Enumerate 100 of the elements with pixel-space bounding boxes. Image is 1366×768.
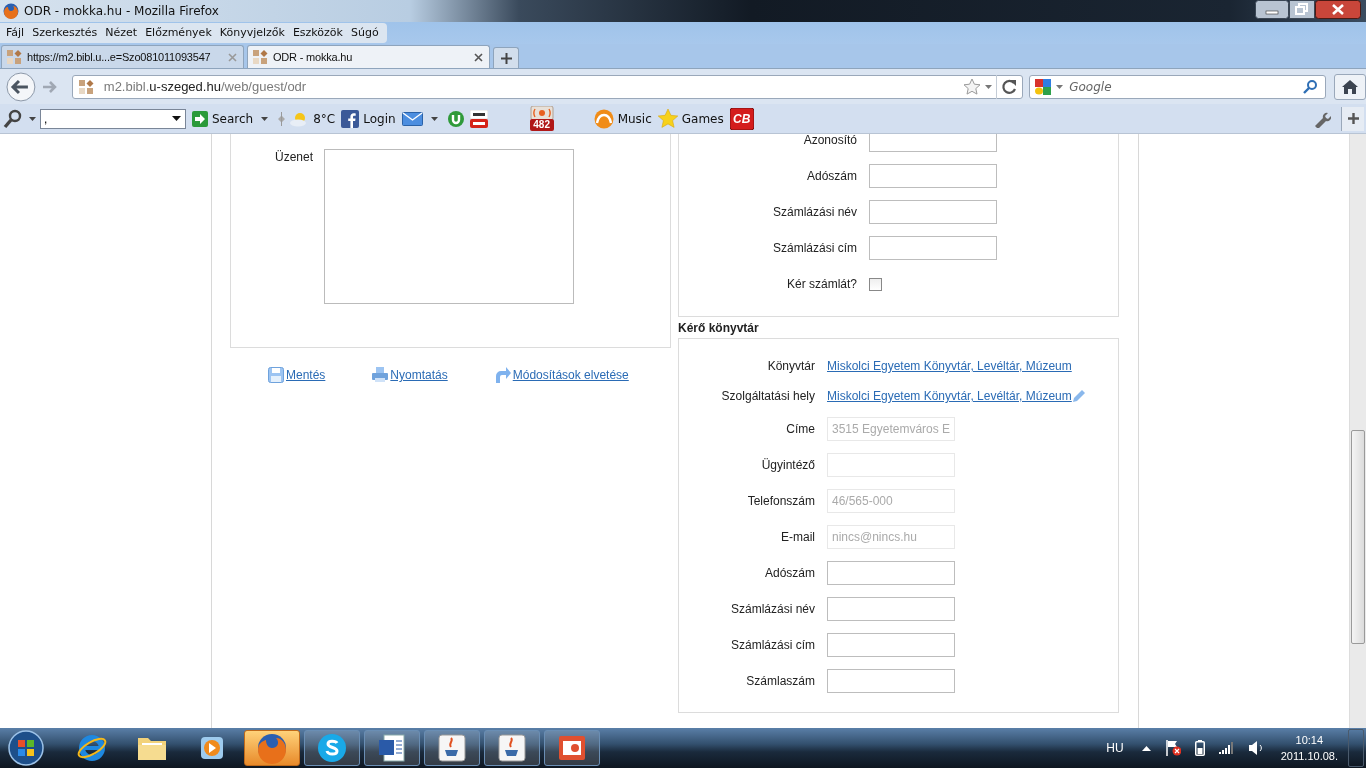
page-icon: [6, 49, 22, 65]
add-button[interactable]: [1341, 106, 1364, 131]
home-icon: [1342, 79, 1359, 94]
toolbar-link[interactable]: 8°C: [313, 111, 336, 126]
scrollbar[interactable]: [1349, 134, 1366, 728]
google-icon: [1034, 77, 1053, 96]
start-button[interactable]: [6, 729, 46, 767]
menu-item[interactable]: Fájl: [2, 23, 29, 43]
field-label: Adószám: [763, 566, 815, 580]
field-label: Üzenet: [273, 149, 313, 166]
restore-button[interactable]: [1289, 0, 1315, 19]
browser-tab[interactable]: https://m2.bibl.u...e=Szo081011093547: [1, 45, 244, 68]
menu-item[interactable]: Szerkesztés: [28, 23, 102, 43]
field-label: Címe: [785, 422, 815, 436]
search-icon[interactable]: [1303, 79, 1318, 94]
dropdown-icon: [172, 116, 181, 121]
torrent-icon[interactable]: [447, 110, 464, 127]
field-label: Számlázási cím: [771, 241, 857, 255]
signal-icon[interactable]: [1218, 742, 1235, 754]
field-label: Adószám: [805, 169, 857, 183]
scrollbar-thumb[interactable]: [1351, 430, 1365, 644]
menu-item[interactable]: Előzmények: [141, 23, 216, 43]
printer-icon[interactable]: [372, 367, 389, 383]
message-field[interactable]: [324, 149, 574, 304]
taskbar-button[interactable]: [304, 730, 360, 766]
menu-item[interactable]: Súgó: [346, 23, 383, 43]
toolbar-link[interactable]: Games: [681, 111, 724, 126]
text-field: 3515 Egyetemváros E: [827, 417, 955, 441]
search-icon[interactable]: [3, 108, 23, 129]
separator-grip-icon: [278, 110, 286, 127]
text-field[interactable]: [869, 134, 997, 152]
action-link[interactable]: Módosítások elvetése: [512, 368, 629, 382]
field-label: Telefonszám: [746, 494, 815, 508]
field-label: Ügyintéző: [760, 458, 815, 472]
clock-date[interactable]: 2011.10.08.: [1280, 748, 1338, 764]
menu-item[interactable]: Könyvjelzők: [215, 23, 289, 43]
search-input[interactable]: Google: [1067, 75, 1304, 98]
dropdown-icon[interactable]: [430, 116, 438, 121]
star-icon[interactable]: [963, 78, 982, 95]
taskbar-button[interactable]: [484, 730, 540, 766]
battery-icon[interactable]: [1194, 740, 1205, 756]
mail-icon[interactable]: [401, 110, 423, 127]
show-desktop-button[interactable]: [1348, 729, 1364, 767]
new-tab-button[interactable]: [493, 47, 519, 68]
menu-item[interactable]: Nézet: [101, 23, 142, 43]
taskbar-button[interactable]: [544, 730, 600, 766]
cup-icon: [436, 732, 468, 764]
speaker-icon[interactable]: [1248, 741, 1263, 755]
text-field[interactable]: [827, 669, 955, 693]
page-icon: [252, 49, 268, 65]
field-label: Szolgáltatási hely: [720, 389, 815, 403]
field-label: Könyvtár: [766, 359, 815, 373]
text-field[interactable]: [869, 164, 997, 188]
text-field[interactable]: [827, 597, 955, 621]
taskbar-button[interactable]: [424, 730, 480, 766]
text-field[interactable]: [869, 236, 997, 260]
home-button[interactable]: [1334, 73, 1366, 100]
arrow-icon[interactable]: [192, 110, 208, 127]
back-button[interactable]: [6, 71, 36, 102]
video-icon[interactable]: [469, 109, 488, 128]
star-icon[interactable]: [657, 109, 678, 128]
language-indicator[interactable]: HU: [1106, 741, 1124, 755]
menu-item[interactable]: Eszközök: [288, 23, 347, 43]
text-field[interactable]: [827, 561, 955, 585]
minimize-button[interactable]: [1255, 0, 1289, 19]
firefox-icon: [256, 732, 288, 764]
field-label: Számlázási cím: [729, 638, 815, 652]
taskbar-button[interactable]: [364, 730, 420, 766]
library-link[interactable]: Miskolci Egyetem Könyvtár, Levéltár, Múzeum: [827, 389, 1072, 403]
text-field[interactable]: [869, 200, 997, 224]
dropdown-icon[interactable]: [29, 116, 36, 121]
toolbar-link[interactable]: Login: [363, 111, 396, 126]
logo-icon[interactable]: CB: [729, 107, 754, 130]
browser-icon: [76, 732, 108, 764]
flag-icon[interactable]: [1164, 739, 1181, 757]
field-label: Kér számlát?: [785, 277, 857, 291]
text-field[interactable]: [827, 633, 955, 657]
dropdown-icon[interactable]: [261, 116, 269, 121]
text-field: 46/565-000: [827, 489, 955, 513]
firefox-icon: [3, 3, 19, 19]
search-bar[interactable]: Google: [1029, 74, 1327, 99]
facebook-icon[interactable]: [341, 109, 360, 128]
address-bar[interactable]: m2.bibl.u-szeged.hu/web/guest/odr: [71, 74, 1024, 99]
dropdown-icon[interactable]: [985, 84, 993, 89]
toolbar-link[interactable]: Music: [617, 111, 652, 126]
page-icon: [77, 78, 94, 95]
close-icon[interactable]: [474, 52, 483, 62]
action-link[interactable]: Nyomtatás: [390, 368, 448, 382]
invoice-checkbox[interactable]: [869, 277, 882, 291]
plus-icon: [1347, 113, 1359, 124]
close-button[interactable]: [1315, 0, 1361, 19]
tray-arrow-icon[interactable]: [1141, 745, 1151, 751]
dropdown-icon[interactable]: [1056, 84, 1064, 89]
clock-time[interactable]: 10:14: [1295, 732, 1324, 748]
window-title: ODR - mokka.hu - Mozilla Firefox: [24, 4, 220, 18]
save-icon[interactable]: [268, 367, 284, 383]
action-link[interactable]: Mentés: [286, 368, 326, 382]
library-link[interactable]: Miskolci Egyetem Könyvtár, Levéltár, Múzeum: [827, 359, 1072, 373]
toolbar-link[interactable]: Search: [212, 111, 254, 126]
browser-tab[interactable]: ODR - mokka.hu: [247, 45, 490, 68]
